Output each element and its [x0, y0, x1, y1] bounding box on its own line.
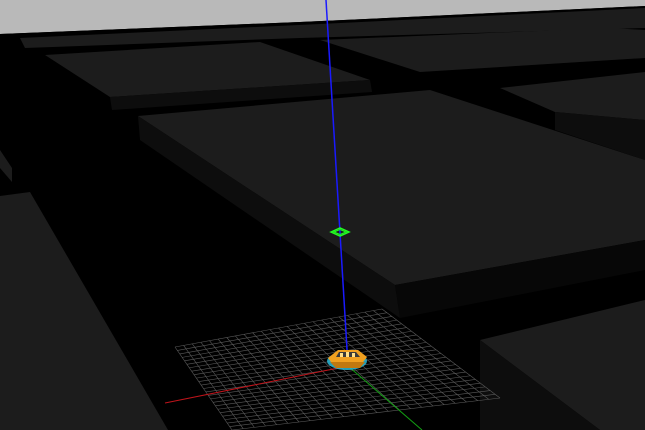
3d-viewport[interactable]: [0, 0, 645, 430]
simulation-scene[interactable]: [0, 0, 645, 430]
